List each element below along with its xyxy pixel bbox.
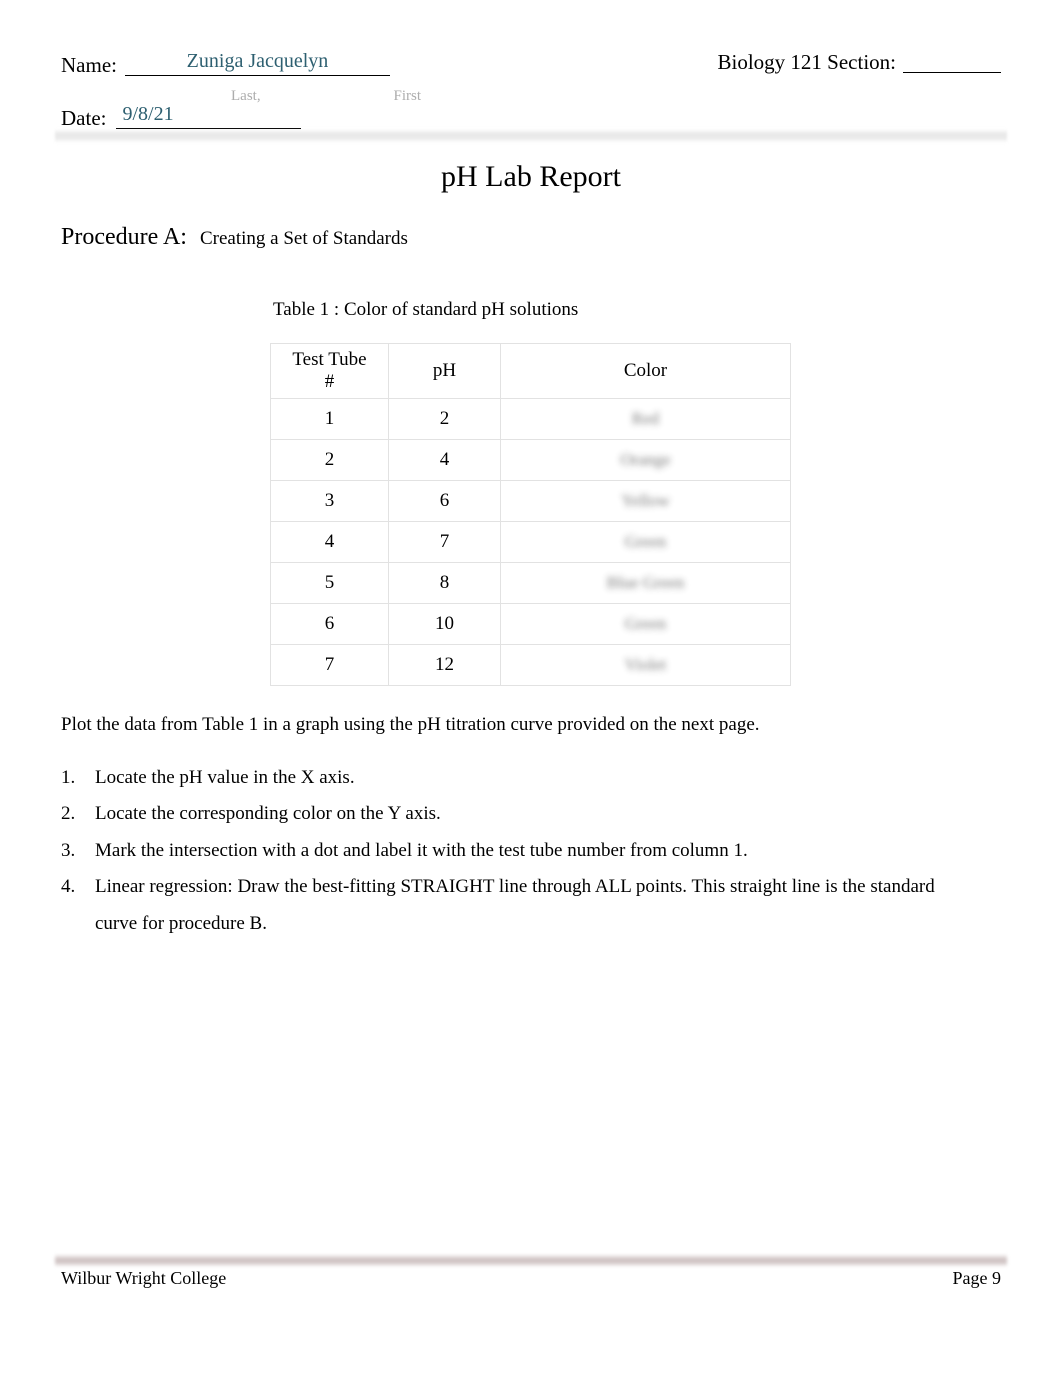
page-title: pH Lab Report: [441, 160, 621, 193]
list-item-number: 3.: [61, 839, 76, 861]
name-value: Zuniga Jacquelyn: [186, 50, 329, 72]
document-page: Name: Zuniga Jacquelyn Last, First Date:…: [0, 0, 1062, 1377]
cell-ph: 2: [388, 398, 501, 440]
cell-color: Orange: [500, 439, 791, 481]
cell-color-value: Blue Green: [606, 573, 685, 592]
footer-divider: [55, 1254, 1007, 1267]
cell-color: Yellow: [500, 480, 791, 522]
column-header-test-tube-line2: #: [324, 371, 335, 392]
table-row: 5 8 Blue Green: [270, 562, 791, 604]
cell-ph: 8: [388, 562, 501, 604]
list-item: 3. Mark the intersection with a dot and …: [61, 833, 961, 869]
table-row: 2 4 Orange: [270, 439, 791, 481]
column-header-color: Color: [500, 343, 791, 399]
list-item-number: 2.: [61, 803, 76, 825]
table-row: 1 2 Red: [270, 398, 791, 440]
section-input[interactable]: [903, 50, 1001, 73]
cell-tube: 2: [270, 439, 389, 481]
plot-instruction: Plot the data from Table 1 in a graph us…: [61, 714, 760, 735]
cell-ph: 10: [388, 603, 501, 645]
section-field-row: Biology 121 Section:: [717, 50, 1001, 74]
cell-ph: 7: [388, 521, 501, 563]
table-caption: Table 1 : Color of standard pH solutions: [273, 299, 579, 320]
table-row: 3 6 Yellow: [270, 480, 791, 522]
cell-tube: 4: [270, 521, 389, 563]
procedure-heading: Procedure A: Creating a Set of Standards: [61, 224, 408, 251]
name-label: Name:: [61, 53, 117, 77]
list-item-text: Locate the pH value in the X axis.: [95, 767, 355, 788]
cell-ph: 6: [388, 480, 501, 522]
standards-table: Test Tube # pH Color 1 2 Red 2 4 Orange …: [270, 343, 791, 686]
cell-tube: 7: [270, 644, 389, 686]
date-input[interactable]: 9/8/21: [116, 102, 302, 129]
list-item-number: 4.: [61, 876, 76, 898]
document-footer: Wilbur Wright College Page 9: [61, 1268, 1001, 1289]
cell-color-value: Green: [624, 614, 667, 633]
list-item-text: Linear regression: Draw the best-fitting…: [95, 876, 935, 934]
column-header-test-tube: Test Tube #: [270, 343, 389, 399]
date-label: Date:: [61, 106, 107, 130]
list-item: 2. Locate the corresponding color on the…: [61, 796, 961, 832]
cell-color: Violet: [500, 644, 791, 686]
column-header-ph: pH: [388, 343, 501, 399]
cell-color-value: Violet: [624, 655, 667, 674]
footer-page-number: Page 9: [952, 1268, 1002, 1288]
footer-institution: Wilbur Wright College: [61, 1268, 227, 1288]
column-header-test-tube-line1: Test Tube: [292, 349, 367, 370]
table-header-row: Test Tube # pH Color: [270, 343, 791, 399]
cell-color: Red: [500, 398, 791, 440]
date-value: 9/8/21: [122, 103, 174, 125]
cell-color: Green: [500, 521, 791, 563]
list-item: 1. Locate the pH value in the X axis.: [61, 760, 961, 796]
section-label: Biology 121 Section:: [717, 50, 897, 74]
header-divider: [55, 129, 1007, 143]
instruction-list: 1. Locate the pH value in the X axis. 2.…: [61, 760, 961, 942]
table-row: 6 10 Green: [270, 603, 791, 645]
table-row: 4 7 Green: [270, 521, 791, 563]
cell-color-value: Yellow: [621, 491, 670, 510]
procedure-text: Creating a Set of Standards: [199, 228, 408, 249]
cell-color-value: Red: [631, 409, 660, 428]
cell-tube: 6: [270, 603, 389, 645]
first-name-caption: First: [393, 88, 421, 104]
list-item-text: Locate the corresponding color on the Y …: [95, 803, 441, 825]
procedure-label: Procedure A:: [61, 224, 187, 250]
list-item: 4. Linear regression: Draw the best-fitt…: [61, 869, 961, 942]
list-item-number: 1.: [61, 767, 76, 788]
cell-color-value: Green: [624, 532, 667, 551]
table-row: 7 12 Violet: [270, 644, 791, 686]
cell-tube: 5: [270, 562, 389, 604]
cell-ph: 4: [388, 439, 501, 481]
date-field-row: Date: 9/8/21: [61, 102, 302, 130]
name-field-row: Name: Zuniga Jacquelyn: [61, 48, 390, 76]
cell-color: Blue Green: [500, 562, 791, 604]
cell-color-value: Orange: [620, 450, 671, 469]
cell-color: Green: [500, 603, 791, 645]
cell-tube: 1: [270, 398, 389, 440]
list-item-text: Mark the intersection with a dot and lab…: [95, 839, 748, 861]
name-input[interactable]: Zuniga Jacquelyn: [124, 48, 390, 76]
cell-ph: 12: [388, 644, 501, 686]
cell-tube: 3: [270, 480, 389, 522]
